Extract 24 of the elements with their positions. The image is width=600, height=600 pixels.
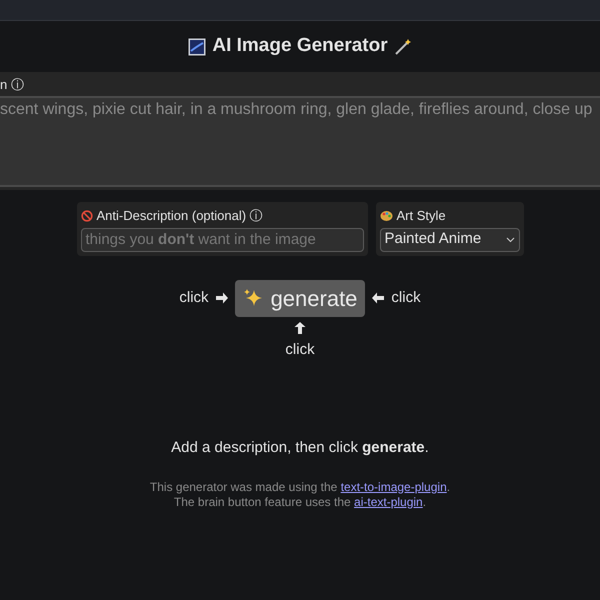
magic-wand-icon: [394, 38, 412, 56]
chevron-down-icon: [506, 236, 514, 242]
palette-icon: [380, 210, 392, 222]
art-style-select[interactable]: Painted Anime: [380, 228, 520, 252]
arrow-right-icon: [214, 291, 229, 305]
description-field[interactable]: scent wings, pixie cut hair, in a mushroom ring, glen glade, fireflies around, close up: [0, 96, 600, 187]
plugin-link[interactable]: ai-text-plugin: [354, 494, 423, 508]
page-title: AI Image Generator: [212, 34, 388, 58]
field-label: n ⓘ: [0, 76, 25, 94]
plugin-link[interactable]: text-to-image-plugin: [340, 480, 447, 494]
hint-text: click: [391, 288, 421, 308]
hint-text: click: [285, 340, 315, 360]
hint-text: click: [179, 288, 209, 308]
field-label: Art Style: [396, 207, 446, 225]
field-label: Anti-Description (optional) ⓘ: [96, 207, 263, 225]
credit-text: This generator was made using the text-to-image-plugin.: [150, 480, 450, 494]
arrow-left-icon: [371, 291, 386, 305]
status-message: Add a description, then click generate.: [170, 438, 430, 458]
sparkles-icon: [242, 288, 263, 308]
arrow-up-icon: [293, 320, 307, 334]
prohibited-icon: [80, 210, 92, 222]
generate-button[interactable]: generate: [234, 280, 366, 316]
picture-frame-icon: [188, 38, 206, 56]
credit-text: The brain button feature uses the ai-text-plugin.: [174, 494, 426, 510]
